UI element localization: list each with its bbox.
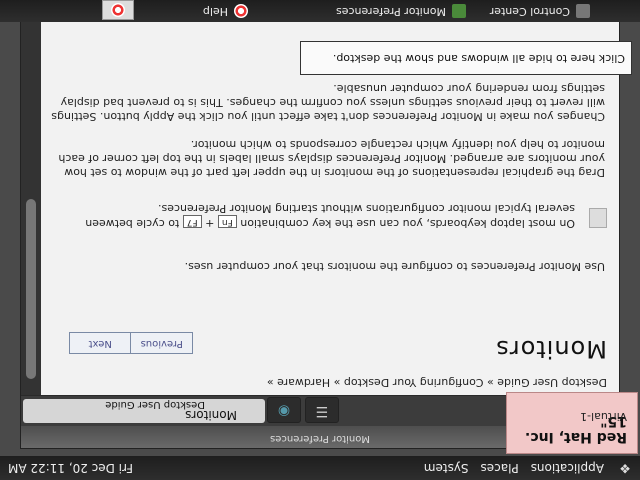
note-before: On most laptop keyboards, you can use th… [240,217,575,230]
nav-box: Previous Next [69,332,193,354]
doc-subtitle: Desktop User Guide [105,399,205,410]
taskbar-monitor-preferences[interactable]: Monitor Preferences [336,2,468,20]
show-desktop-button[interactable] [102,0,134,20]
key-f7: F7 [182,215,202,228]
page-title: Monitors [495,335,607,363]
menu-places[interactable]: Places [475,461,525,475]
doc-title: Monitors [185,408,237,422]
taskbar-help[interactable]: Help [203,2,250,20]
key-fn: Fn [217,215,237,228]
control-center-icon [576,4,590,18]
desktop-screen: ❖ Applications Places System Fri Dec 20,… [0,0,640,480]
key-plus: + [205,217,215,230]
help-lifebuoy-icon [234,4,248,18]
document-title-box: Monitors Desktop User Guide [23,399,265,423]
vertical-scrollbar[interactable] [21,0,41,395]
taskbar-control-center-label: Control Center [489,5,570,18]
display-notification[interactable]: Red Hat, Inc. 15" Virtual-1 [506,392,638,454]
changes-paragraph: Changes you make in Monitor Preferences … [51,82,605,123]
show-desktop-tooltip: Click here to hide all windows and show … [300,41,632,75]
top-panel: ❖ Applications Places System Fri Dec 20,… [0,456,640,480]
note-icon [589,208,607,228]
taskbar-help-label: Help [202,5,228,18]
clock[interactable]: Fri Dec 20, 11:22 AM [0,461,133,475]
intro-paragraph: Use Monitor Preferences to configure the… [184,260,605,273]
keyboard-note: On most laptop keyboards, you can use th… [55,201,575,230]
monitor-icon [452,4,466,18]
gnome-foot-icon[interactable]: ❖ [616,460,634,476]
taskbar-control-center[interactable]: Control Center [490,2,592,20]
next-link[interactable]: Next [70,333,132,353]
bottom-panel: Help Monitor Preferences Control Center [0,0,640,22]
scrollbar-thumb[interactable] [26,199,36,379]
previous-link[interactable]: Previous [132,333,193,353]
search-button[interactable]: ◉ [267,397,301,423]
menu-applications[interactable]: Applications [525,461,610,475]
show-desktop-icon [111,3,125,17]
drag-paragraph: Drag the graphical representations of th… [58,138,605,179]
menu-system[interactable]: System [418,461,475,475]
notification-subtitle: Virtual-1 [580,410,627,423]
menu-button[interactable]: ☰ [305,397,339,423]
breadcrumb[interactable]: Desktop User Guide » Configuring Your De… [267,376,607,389]
taskbar-monitor-label: Monitor Preferences [335,5,446,18]
